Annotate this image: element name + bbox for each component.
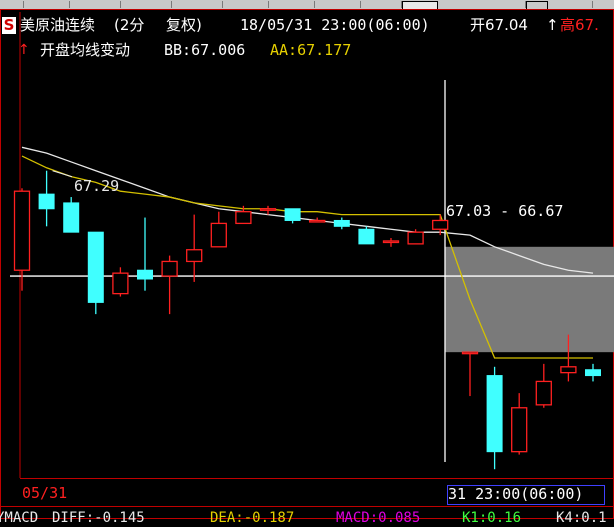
cursor-time-label: 31 23:00(06:00) bbox=[447, 485, 605, 505]
peak-leader-line bbox=[52, 170, 73, 178]
macd-dea: DEA:-0.187 bbox=[210, 510, 295, 526]
peak-price-label: 67.29 bbox=[74, 177, 120, 195]
candle-body-up bbox=[309, 219, 326, 223]
candle-body-down bbox=[358, 228, 375, 245]
macd-k4: K4:0.1 bbox=[556, 510, 607, 526]
candle-body-down bbox=[284, 208, 301, 221]
candle-body-up bbox=[186, 249, 203, 263]
candle-body-down bbox=[63, 202, 80, 233]
candle-body-up bbox=[560, 366, 577, 374]
candle-body-down bbox=[87, 231, 104, 303]
macd-k1: K1:0.16 bbox=[462, 510, 522, 526]
macd-name: YMACD bbox=[0, 510, 39, 526]
candle-body-up bbox=[511, 407, 528, 453]
candle-body-down bbox=[333, 219, 350, 227]
price-chart[interactable] bbox=[0, 0, 614, 522]
candle-body-down bbox=[38, 193, 55, 210]
candle-body-up bbox=[382, 240, 400, 244]
time-axis-date: 05/31 bbox=[22, 484, 68, 502]
candle-body-down bbox=[137, 269, 153, 280]
candle-body-up bbox=[13, 190, 31, 271]
candle-body-up bbox=[461, 351, 479, 355]
macd-diff: DIFF:-0.145 bbox=[52, 510, 145, 526]
candle-body-up bbox=[407, 231, 424, 245]
candle-body-up bbox=[432, 219, 449, 230]
candle-body-up bbox=[535, 380, 552, 406]
candle-body-up bbox=[235, 211, 252, 225]
candle-body-up bbox=[259, 208, 277, 211]
candle-body-down bbox=[486, 375, 503, 453]
candle-body-up bbox=[112, 272, 129, 295]
candle-body-up bbox=[161, 260, 178, 277]
candle-body-down bbox=[585, 369, 601, 377]
candle-body-up bbox=[210, 222, 227, 248]
range-label: 67.03 - 66.67 bbox=[446, 202, 564, 220]
chart-window: S 美原油连续 (2分 复权) 18/05/31 23:00(06:00) 开6… bbox=[0, 0, 614, 526]
macd-value: MACD:0.085 bbox=[336, 510, 421, 526]
